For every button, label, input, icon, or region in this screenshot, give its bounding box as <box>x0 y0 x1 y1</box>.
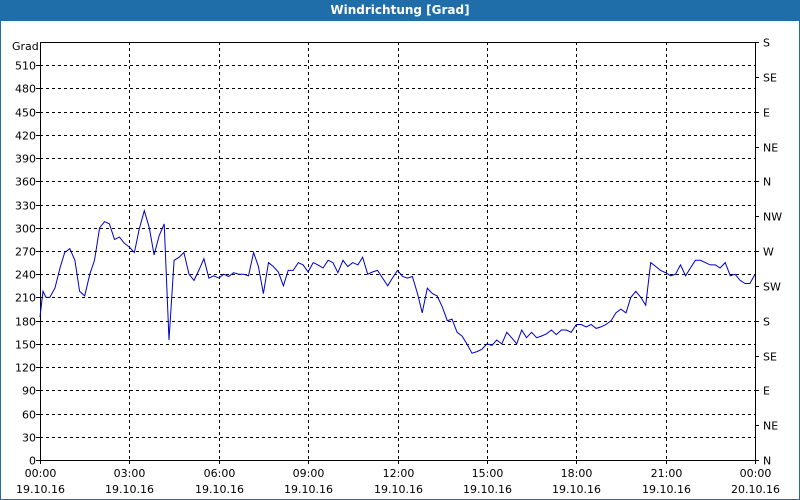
x-tick-time-label: 15:00 <box>472 467 504 480</box>
x-axis-ticks: 00:00 19.10.16 03:00 19.10.16 06:00 19.10.16 0… <box>16 460 780 496</box>
x-tick-date-label: 20.10.16 <box>731 483 780 496</box>
x-tick-time-label: 00:00 <box>740 467 772 480</box>
y2-tick-label: S <box>763 316 770 329</box>
y-tick-label: 90 <box>22 385 36 398</box>
x-tick-time-label: 12:00 <box>383 467 415 480</box>
y-tick-label: 30 <box>22 432 36 445</box>
y2-tick-label: N <box>763 176 771 189</box>
y-tick-label: 360 <box>15 176 36 189</box>
y-axis-ticks: 0 30 60 90 120 150 180 210 240 270 300 330 360 390 420… <box>15 60 40 468</box>
chart-grid <box>40 42 755 460</box>
x-tick-date-label: 19.10.16 <box>642 483 691 496</box>
y-tick-label: 120 <box>15 362 36 375</box>
y2-tick-label: E <box>763 107 770 120</box>
x-tick-time-label: 18:00 <box>561 467 593 480</box>
y-tick-label: 180 <box>15 316 36 329</box>
y-tick-label: 60 <box>22 409 36 422</box>
x-tick-time-label: 09:00 <box>293 467 325 480</box>
y-tick-label: 150 <box>15 339 36 352</box>
y2-tick-label: NE <box>763 142 778 155</box>
x-tick-date-label: 19.10.16 <box>105 483 154 496</box>
y-tick-label: 270 <box>15 246 36 259</box>
x-tick-time-label: 03:00 <box>114 467 146 480</box>
y-tick-label: 300 <box>15 223 36 236</box>
y-tick-label: 330 <box>15 200 36 213</box>
x-tick-date-label: 19.10.16 <box>195 483 244 496</box>
y-tick-label: 480 <box>15 83 36 96</box>
x-tick-date-label: 19.10.16 <box>374 483 423 496</box>
x-tick-date-label: 19.10.16 <box>463 483 512 496</box>
x-tick-date-label: 19.10.16 <box>16 483 65 496</box>
x-tick-time-label: 21:00 <box>651 467 683 480</box>
y2-tick-label: S <box>763 37 770 50</box>
y-tick-label: 0 <box>29 455 36 468</box>
x-tick-time-label: 00:00 <box>25 467 57 480</box>
wind-direction-chart: 0 30 60 90 120 150 180 210 240 270 300 330 360 390 420… <box>12 37 782 497</box>
y2-tick-label: W <box>763 246 774 259</box>
series-line <box>39 208 756 354</box>
y2-axis-ticks: N NE E SE S SW W NW N NE E SE S <box>755 37 782 468</box>
y-tick-label: 450 <box>15 107 36 120</box>
y2-tick-label: SE <box>763 72 777 85</box>
x-tick-date-label: 19.10.16 <box>284 483 333 496</box>
y-tick-label: 420 <box>15 130 36 143</box>
y2-tick-label: N <box>763 455 771 468</box>
y-tick-label: 240 <box>15 269 36 282</box>
y-axis-label: Grad <box>12 40 39 53</box>
y2-tick-label: NW <box>763 211 782 224</box>
y-tick-label: 390 <box>15 153 36 166</box>
x-tick-time-label: 06:00 <box>204 467 236 480</box>
y-tick-label: 510 <box>15 60 36 73</box>
x-tick-date-label: 19.10.16 <box>552 483 601 496</box>
y2-tick-label: SE <box>763 351 777 364</box>
y2-tick-label: SW <box>763 281 781 294</box>
y2-tick-label: NE <box>763 420 778 433</box>
y2-tick-label: E <box>763 385 770 398</box>
y-tick-label: 210 <box>15 292 36 305</box>
